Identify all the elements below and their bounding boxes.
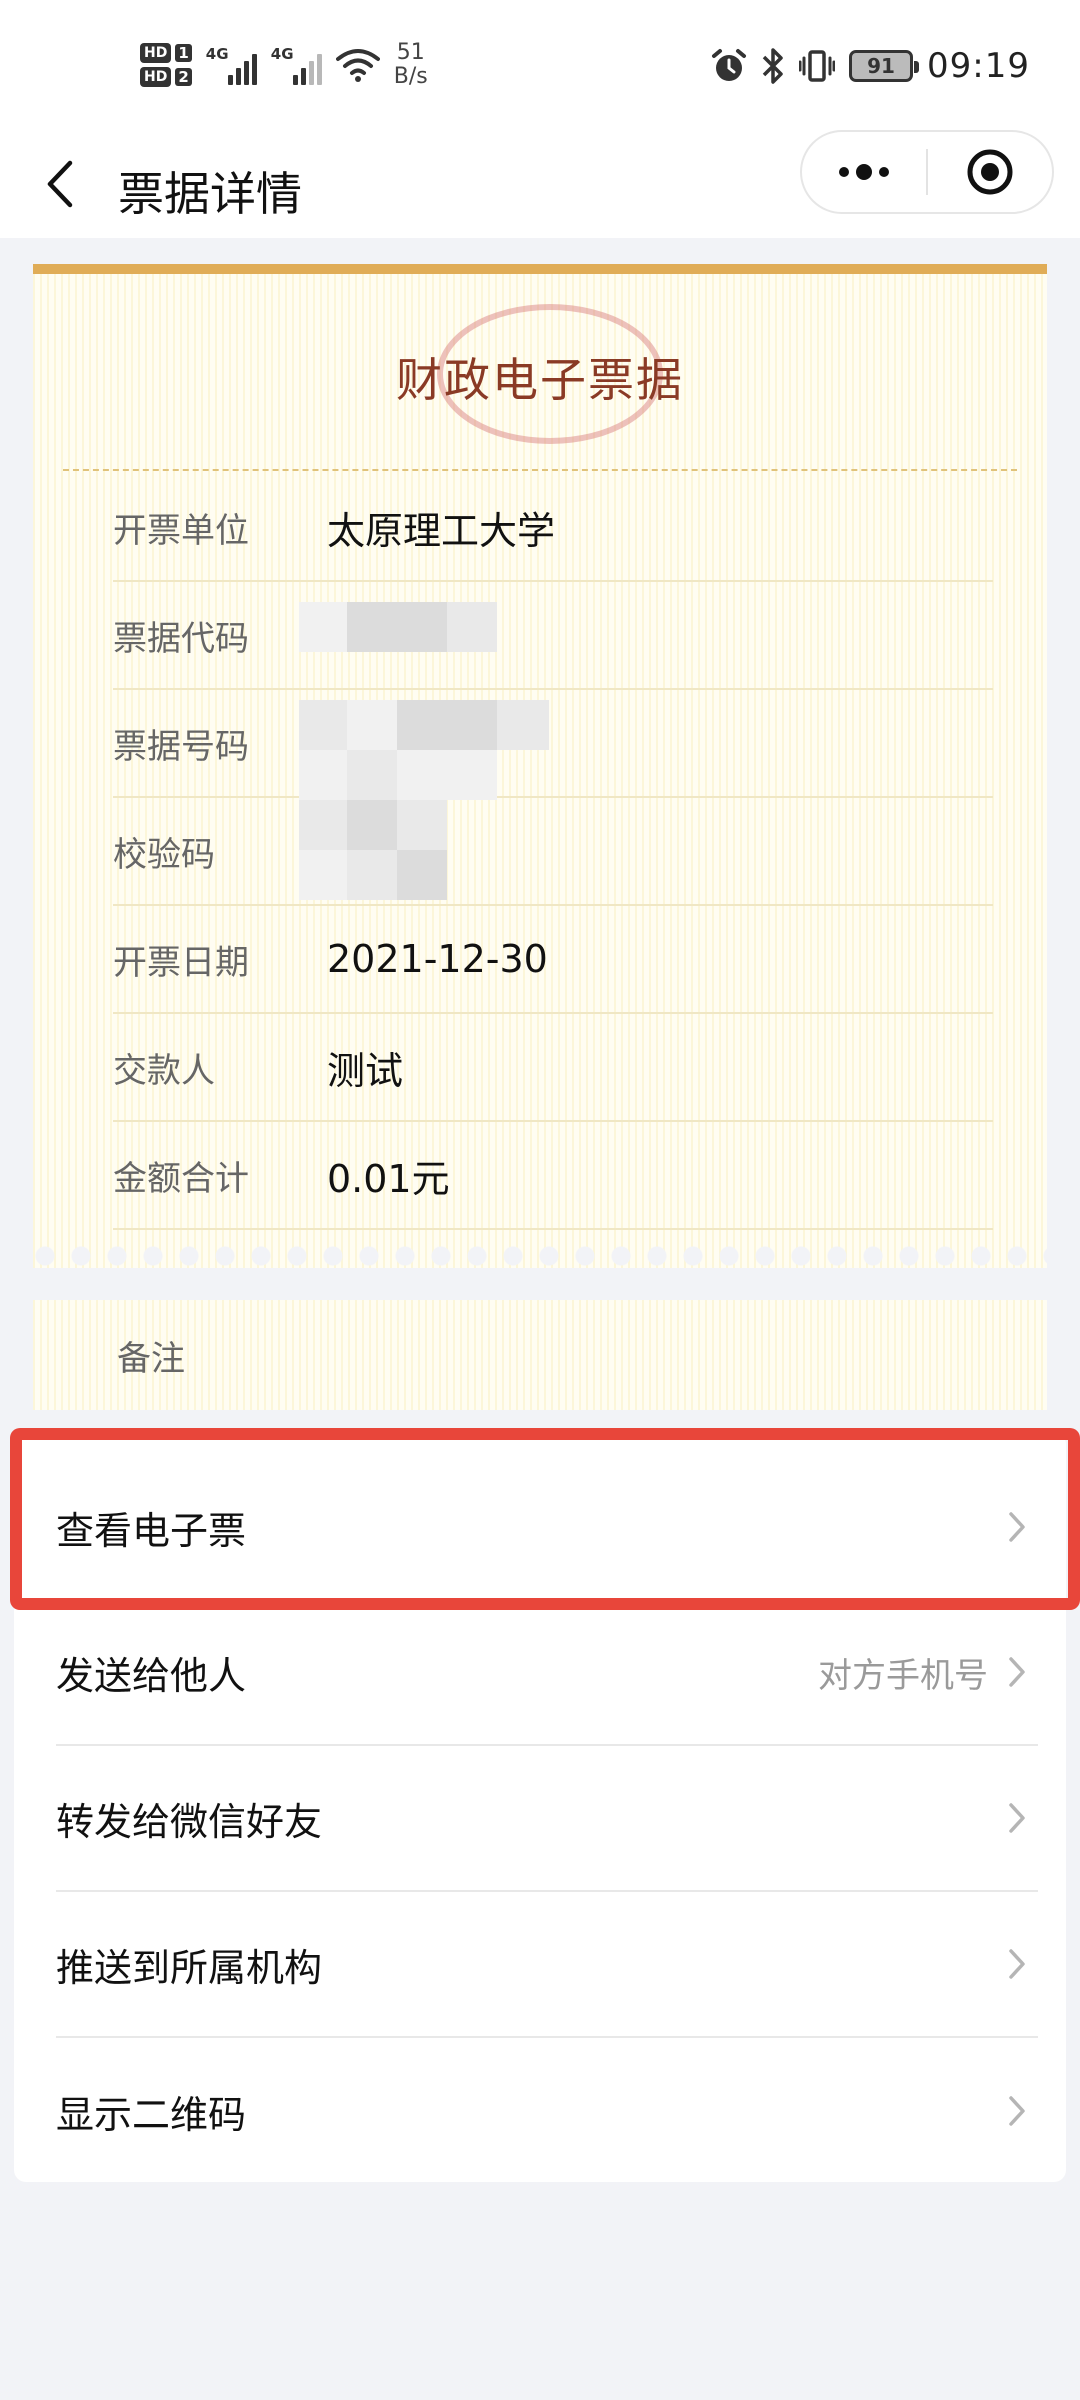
mini-program-capsule <box>800 130 1054 214</box>
bluetooth-icon <box>762 48 783 84</box>
send-to-others-item[interactable]: 发送给他人 对方手机号 <box>56 1600 1038 1746</box>
wifi-icon <box>335 49 380 82</box>
nav-bar: 票据详情 <box>0 130 1080 238</box>
status-right-group: 91 09:19 <box>711 36 1030 96</box>
receipt-card: 财政电子票据 开票单位 太原理工大学 票据代码 票据号码 校验码 开票日期 20… <box>33 264 1047 1268</box>
sim1-hd-label: HD <box>140 43 172 63</box>
forward-to-wechat-friend-item[interactable]: 转发给微信好友 <box>56 1746 1038 1892</box>
vibrate-icon <box>799 50 836 82</box>
status-time: 09:19 <box>927 46 1030 86</box>
chevron-right-icon <box>1002 1944 1032 1984</box>
field-row-receipt-number: 票据号码 <box>113 690 993 798</box>
remark-label: 备注 <box>117 1338 185 1379</box>
field-row-issuer: 开票单位 太原理工大学 <box>113 474 993 582</box>
field-label: 票据号码 <box>113 726 249 767</box>
chevron-right-icon <box>1002 1798 1032 1838</box>
field-value: 0.01元 <box>327 1156 450 1201</box>
field-value: 2021-12-30 <box>327 937 548 981</box>
remark-section: 备注 <box>33 1300 1047 1410</box>
action-label: 查看电子票 <box>56 1508 247 1553</box>
target-circle-icon <box>967 149 1013 195</box>
field-label: 交款人 <box>113 1050 215 1091</box>
action-label: 推送到所属机构 <box>56 1945 323 1990</box>
field-value: 太原理工大学 <box>327 508 556 553</box>
action-label: 转发给微信好友 <box>56 1799 323 1844</box>
view-e-receipt-item[interactable]: 查看电子票 <box>56 1454 1038 1600</box>
push-to-institution-item[interactable]: 推送到所属机构 <box>56 1892 1038 2038</box>
network1-label: 4G <box>205 45 229 63</box>
field-value: 测试 <box>327 1048 404 1093</box>
speed-unit: B/s <box>393 64 428 89</box>
receipt-top-line <box>33 264 1047 274</box>
show-qr-code-item[interactable]: 显示二维码 <box>56 2038 1038 2184</box>
network-speed: 51 B/s <box>394 41 428 89</box>
sim2-hd-label: HD <box>140 67 172 87</box>
phone-hint: 对方手机号 <box>818 1655 988 1696</box>
action-list: 查看电子票 发送给他人 对方手机号 转发给微信好友 推送到所属机构 显示二维码 <box>14 1432 1066 2182</box>
field-label: 开票日期 <box>113 942 249 983</box>
battery-icon: 91 <box>849 50 920 82</box>
field-label: 票据代码 <box>113 618 249 659</box>
chevron-right-icon <box>1002 1652 1032 1692</box>
alarm-icon <box>712 49 747 81</box>
field-label: 开票单位 <box>113 510 249 551</box>
chevron-right-icon <box>1002 1507 1032 1547</box>
battery-level: 91 <box>867 54 895 78</box>
field-row-check-code: 校验码 <box>113 798 993 906</box>
sim2-indicator: HD 2 <box>140 67 192 87</box>
receipt-title: 财政电子票据 <box>396 353 684 407</box>
field-row-receipt-code: 票据代码 <box>113 582 993 690</box>
field-row-payer: 交款人 测试 <box>113 1014 993 1122</box>
receipt-scalloped-edge <box>33 1244 1047 1268</box>
more-dots-icon <box>839 164 889 180</box>
field-row-total-amount: 金额合计 0.01元 <box>113 1122 993 1230</box>
more-button[interactable] <box>802 132 926 212</box>
back-button[interactable] <box>30 150 90 218</box>
status-bar: HD 1 HD 2 4G 4G 51 B/s 91 09:19 <box>0 0 1080 130</box>
field-label: 金额合计 <box>113 1158 249 1199</box>
field-label: 校验码 <box>113 834 215 875</box>
field-row-issue-date: 开票日期 2021-12-30 <box>113 906 993 1014</box>
sim1-indicator: HD 1 <box>140 43 192 63</box>
signal-1-icon: 4G <box>206 45 257 85</box>
chevron-right-icon <box>1002 2091 1032 2131</box>
sim1-number: 1 <box>175 44 192 62</box>
page-title: 票据详情 <box>118 167 302 221</box>
receipt-dashed-divider <box>63 469 1017 471</box>
sim-indicators: HD 1 HD 2 <box>140 43 192 87</box>
status-left-group: HD 1 HD 2 4G 4G 51 B/s <box>140 30 428 100</box>
chevron-left-icon <box>47 160 73 208</box>
signal-2-icon: 4G <box>271 45 322 85</box>
network2-label: 4G <box>270 45 294 63</box>
action-label: 显示二维码 <box>56 2092 247 2137</box>
close-mini-program-button[interactable] <box>928 132 1052 212</box>
speed-value: 51 <box>396 40 425 65</box>
action-label: 发送给他人 <box>56 1653 247 1698</box>
sim2-number: 2 <box>175 68 192 86</box>
